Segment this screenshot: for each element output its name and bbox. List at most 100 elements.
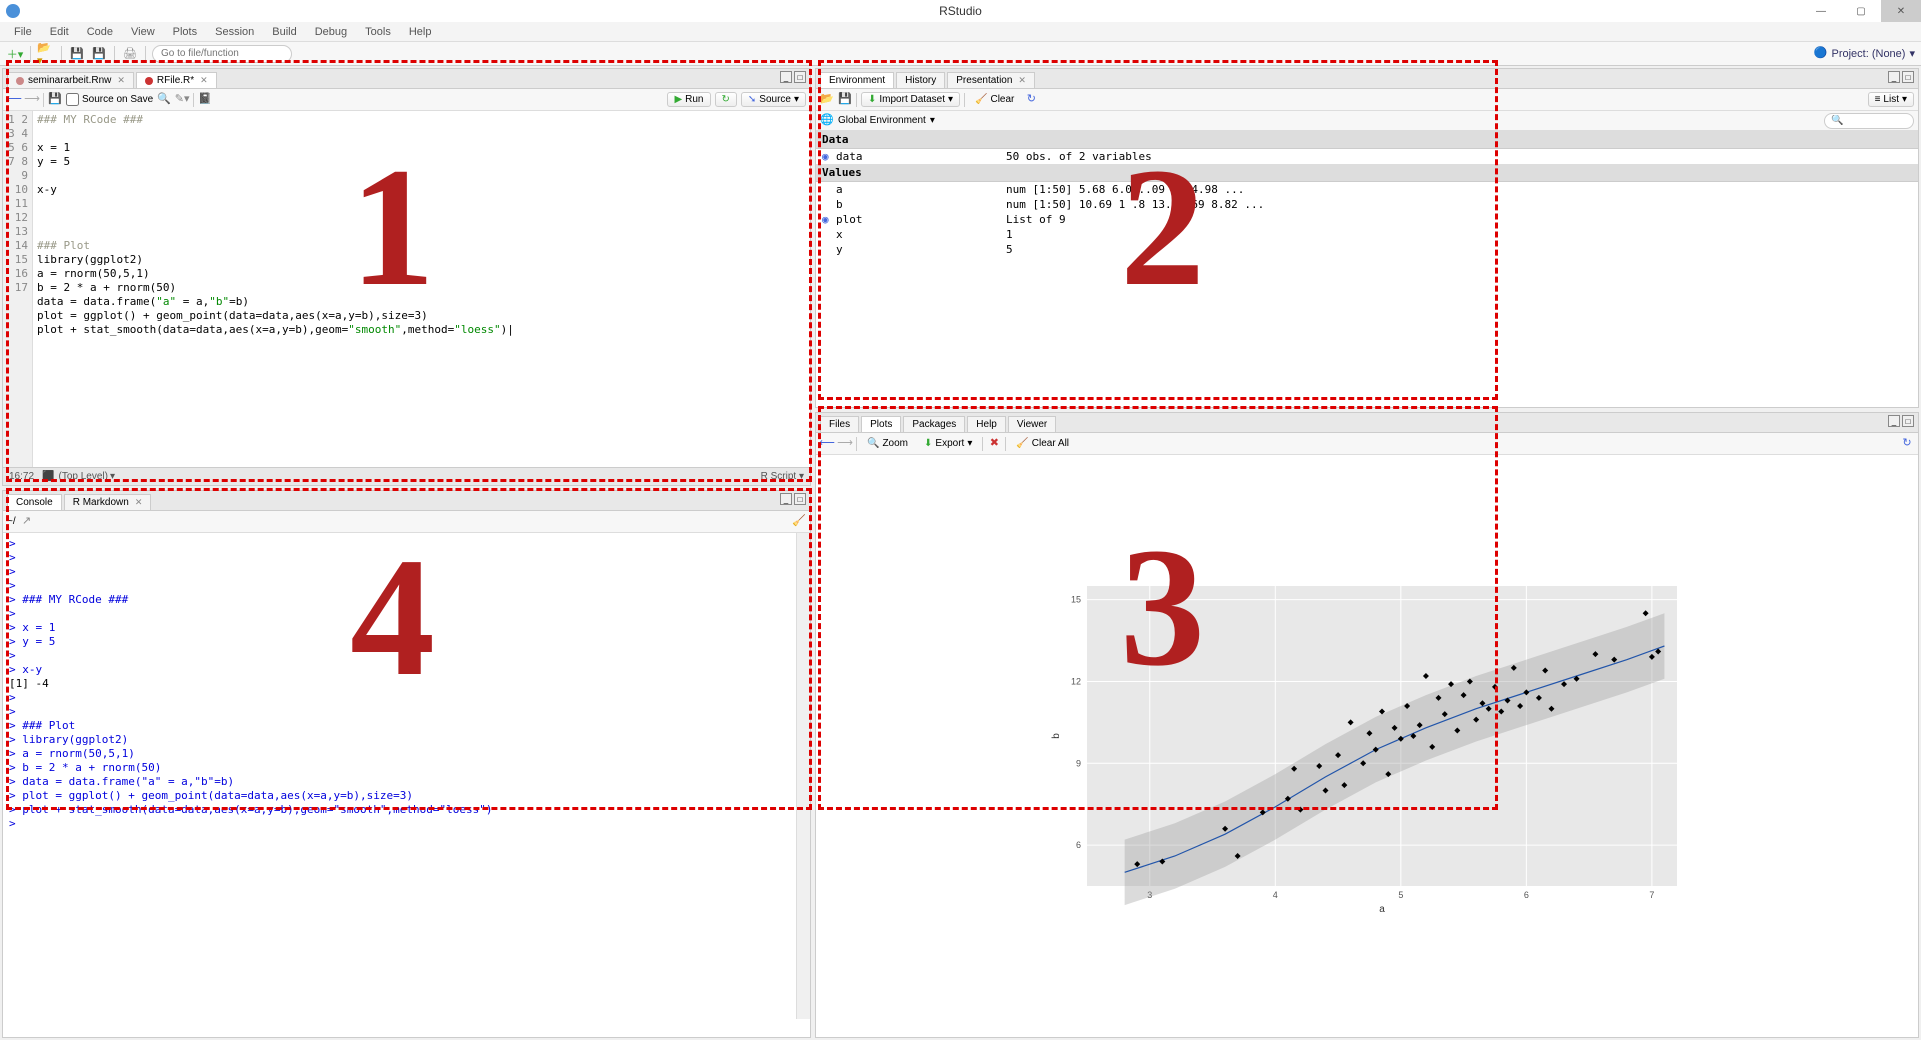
clear-env-button[interactable]: 🧹Clear: [969, 93, 1020, 106]
project-label[interactable]: Project: (None): [1831, 48, 1905, 60]
export-button[interactable]: ⬇Export▾: [918, 437, 978, 450]
svg-text:4: 4: [1273, 890, 1278, 900]
env-scope-label[interactable]: Global Environment: [838, 115, 926, 126]
global-env-icon: 🌐: [820, 114, 834, 128]
main-toolbar: ＋▾ 📂▾ 💾 💾 🖨 🔵 Project: (None) ▾: [0, 42, 1921, 66]
clear-all-button[interactable]: 🧹Clear All: [1010, 437, 1075, 450]
menu-tools[interactable]: Tools: [357, 24, 399, 40]
plots-refresh-icon[interactable]: ↻: [1900, 437, 1914, 451]
save-all-icon[interactable]: 💾: [90, 45, 108, 63]
wand-icon[interactable]: ✎▾: [175, 93, 189, 107]
goto-file-input[interactable]: [152, 45, 292, 63]
svg-text:6: 6: [1076, 840, 1081, 850]
app-title: RStudio: [939, 4, 982, 18]
list-view-button[interactable]: ≡List▾: [1868, 92, 1914, 107]
save-workspace-icon[interactable]: 💾: [838, 93, 852, 107]
code-editor[interactable]: 1 2 3 4 5 6 7 8 9 10 11 12 13 14 15 16 1…: [3, 111, 810, 467]
plots-tab[interactable]: Packages: [903, 416, 965, 432]
menu-build[interactable]: Build: [264, 24, 304, 40]
open-folder-icon[interactable]: 📂▾: [37, 45, 55, 63]
env-row[interactable]: anum [1:50] 5.68 6.0 ..09 5. 4.98 ...: [816, 182, 1918, 197]
env-tab[interactable]: History: [896, 72, 945, 88]
maximize-button[interactable]: ▢: [1841, 0, 1881, 22]
titlebar: RStudio — ▢ ✕: [0, 0, 1921, 22]
source-button[interactable]: ➘Source▾: [741, 92, 806, 107]
pane-minimize-icon[interactable]: _: [1888, 71, 1900, 83]
svg-text:9: 9: [1076, 758, 1081, 768]
menu-plots[interactable]: Plots: [165, 24, 205, 40]
scatter-plot: 34567691215ab: [1047, 576, 1687, 916]
plots-tab[interactable]: Help: [967, 416, 1006, 432]
env-tab[interactable]: Environment: [820, 72, 894, 88]
env-row[interactable]: bnum [1:50] 10.69 1 .8 13.28 69 8.82 ...: [816, 197, 1918, 212]
console-scrollbar[interactable]: [796, 533, 810, 1019]
scope-label[interactable]: (Top Level): [58, 471, 107, 482]
env-row[interactable]: x1: [816, 227, 1918, 242]
notebook-icon[interactable]: 📓: [198, 93, 212, 107]
console-popout-icon[interactable]: ↗: [20, 515, 34, 529]
zoom-button[interactable]: 🔍Zoom: [861, 437, 914, 450]
scope-dropdown-icon[interactable]: ▾: [110, 471, 115, 482]
language-label[interactable]: R Script: [761, 471, 797, 482]
plots-tab[interactable]: Files: [820, 416, 859, 432]
svg-text:a: a: [1379, 904, 1385, 915]
minimize-button[interactable]: —: [1801, 0, 1841, 22]
editor-tab[interactable]: seminararbeit.Rnw✕: [7, 72, 134, 88]
editor-pane: _□ seminararbeit.Rnw✕RFile.R*✕ ⟵ ⟶ 💾 Sou…: [2, 68, 811, 486]
menu-view[interactable]: View: [123, 24, 163, 40]
forward-icon[interactable]: ⟶: [25, 93, 39, 107]
env-row[interactable]: y5: [816, 242, 1918, 257]
find-icon[interactable]: 🔍: [157, 93, 171, 107]
env-search-input[interactable]: [1824, 113, 1914, 129]
plot-next-icon[interactable]: ⟶: [838, 437, 852, 451]
pane-minimize-icon[interactable]: _: [780, 493, 792, 505]
rerun-button[interactable]: ↻: [715, 92, 737, 107]
pane-maximize-icon[interactable]: □: [1902, 415, 1914, 427]
console-clear-icon[interactable]: 🧹: [792, 515, 806, 529]
plots-tab[interactable]: Viewer: [1008, 416, 1056, 432]
back-icon[interactable]: ⟵: [7, 93, 21, 107]
menu-edit[interactable]: Edit: [42, 24, 77, 40]
close-button[interactable]: ✕: [1881, 0, 1921, 22]
console-output[interactable]: >>>>> ### MY RCode ###>> x = 1> y = 5>> …: [3, 533, 810, 1037]
plot-canvas: 34567691215ab: [816, 455, 1918, 1037]
load-workspace-icon[interactable]: 📂: [820, 93, 834, 107]
language-dropdown-icon[interactable]: ▾: [799, 471, 804, 482]
menu-debug[interactable]: Debug: [307, 24, 355, 40]
menu-help[interactable]: Help: [401, 24, 440, 40]
env-row[interactable]: ◉data50 obs. of 2 variables: [816, 149, 1918, 164]
environment-pane: _□ EnvironmentHistoryPresentation✕ 📂 💾 ⬇…: [815, 68, 1919, 408]
editor-toolbar: ⟵ ⟶ 💾 Source on Save 🔍 ✎▾ 📓 ▶Run ↻ ➘Sour…: [3, 89, 810, 111]
print-icon[interactable]: 🖨: [121, 45, 139, 63]
svg-text:15: 15: [1071, 595, 1081, 605]
save-icon[interactable]: 💾: [68, 45, 86, 63]
pane-maximize-icon[interactable]: □: [1902, 71, 1914, 83]
pane-maximize-icon[interactable]: □: [794, 71, 806, 83]
plot-prev-icon[interactable]: ⟵: [820, 437, 834, 451]
editor-tab[interactable]: RFile.R*✕: [136, 72, 217, 88]
menu-code[interactable]: Code: [79, 24, 121, 40]
plots-toolbar: ⟵ ⟶ 🔍Zoom ⬇Export▾ ✖ 🧹Clear All ↻: [816, 433, 1918, 455]
env-scope-dropdown-icon[interactable]: ▾: [930, 115, 935, 126]
project-dropdown-icon[interactable]: ▾: [1909, 47, 1915, 60]
svg-text:7: 7: [1649, 890, 1654, 900]
pane-minimize-icon[interactable]: _: [1888, 415, 1900, 427]
new-file-icon[interactable]: ＋▾: [6, 45, 24, 63]
menu-file[interactable]: File: [6, 24, 40, 40]
run-button[interactable]: ▶Run: [667, 92, 710, 107]
source-on-save-checkbox[interactable]: [66, 93, 79, 106]
console-tab[interactable]: R Markdown✕: [64, 494, 152, 510]
refresh-env-icon[interactable]: ↻: [1024, 93, 1038, 107]
env-tabs: EnvironmentHistoryPresentation✕: [816, 69, 1918, 89]
svg-text:5: 5: [1398, 890, 1403, 900]
import-dataset-button[interactable]: ⬇Import Dataset▾: [861, 92, 960, 107]
menu-session[interactable]: Session: [207, 24, 262, 40]
remove-plot-icon[interactable]: ✖: [987, 437, 1001, 451]
env-row[interactable]: ◉plotList of 9: [816, 212, 1918, 227]
save-file-icon[interactable]: 💾: [48, 93, 62, 107]
env-tab[interactable]: Presentation✕: [947, 72, 1035, 88]
pane-minimize-icon[interactable]: _: [780, 71, 792, 83]
plots-tab[interactable]: Plots: [861, 416, 901, 432]
pane-maximize-icon[interactable]: □: [794, 493, 806, 505]
console-tab[interactable]: Console: [7, 494, 62, 510]
